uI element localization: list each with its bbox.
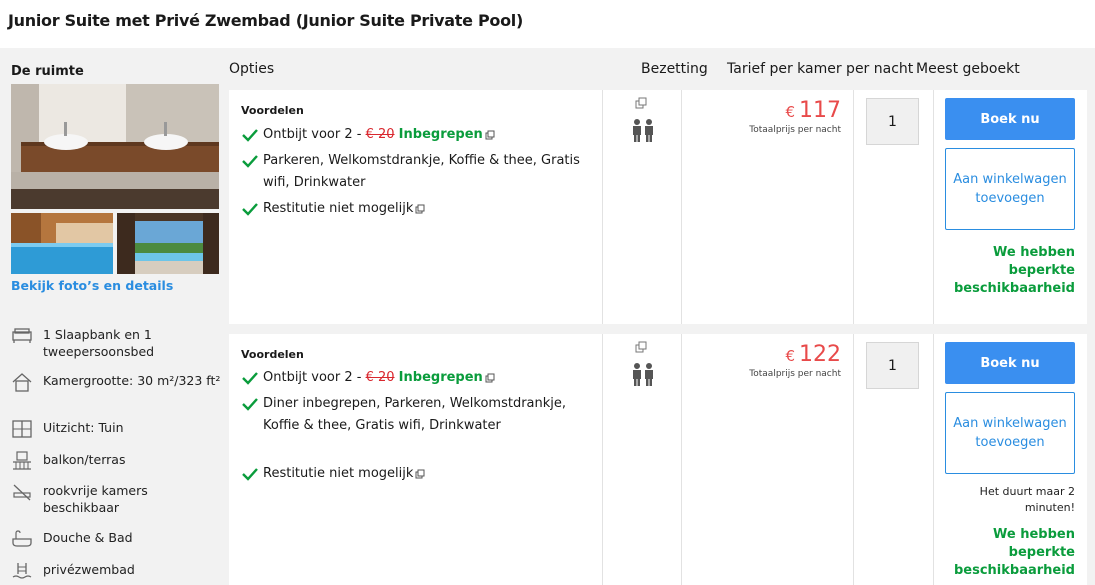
benefit-breakfast: Ontbijt voor 2 - € 20 Inbegrepen — [241, 124, 581, 146]
amenity-balcony: balkon/terras — [11, 451, 221, 471]
extras-text: Parkeren, Welkomstdrankje, Koffie & thee… — [263, 153, 580, 190]
occupancy-info-icon[interactable] — [635, 341, 647, 353]
amenity-label: rookvrije kamers beschikbaar — [43, 483, 148, 515]
breakfast-old-price: € 20 — [365, 370, 395, 385]
check-icon — [242, 468, 258, 481]
amenity-label: privézwembad — [43, 562, 135, 577]
external-link-icon[interactable] — [485, 130, 495, 140]
header-rate: Tarief per kamer per nacht — [727, 61, 914, 77]
balcony-icon — [13, 451, 31, 470]
room-details-column: Bekijk foto’s en details 1 Slaapbank en … — [0, 42, 228, 579]
amenity-bed: 1 Slaapbank en 1 tweepersoonsbed — [11, 326, 221, 360]
amenity-label: Uitzicht: Tuin — [43, 420, 124, 435]
price-currency: € — [785, 103, 795, 121]
divider — [933, 334, 934, 585]
benefit-extras: Diner inbegrepen, Parkeren, Welkomstdran… — [241, 393, 581, 437]
amenity-view: Uitzicht: Tuin — [11, 419, 221, 439]
amenity-size: Kamergrootte: 30 m²/323 ft² — [11, 372, 221, 392]
divider — [681, 334, 682, 585]
check-icon — [242, 372, 258, 385]
urgency-note: Het duurt maar 2 minuten! — [979, 485, 1075, 514]
check-icon — [242, 155, 258, 168]
divider — [853, 334, 854, 585]
divider — [933, 90, 934, 324]
amenity-label: balkon/terras — [43, 452, 126, 467]
offer-card: Voordelen Ontbijt voor 2 - € 20 Inbegrep… — [229, 90, 1087, 324]
room-quantity-select[interactable]: 1 — [866, 342, 919, 389]
divider — [602, 90, 603, 324]
price-note: Totaalprijs per nacht — [749, 125, 841, 135]
check-icon — [242, 398, 258, 411]
room-photo-terrace[interactable] — [117, 213, 219, 274]
check-icon — [242, 203, 258, 216]
view-photos-link[interactable]: Bekijk foto’s en details — [11, 278, 173, 293]
room-photo-main[interactable] — [11, 84, 219, 209]
extras-text: Diner inbegrepen, Parkeren, Welkomstdran… — [263, 396, 567, 433]
refund-text: Restitutie niet mogelijk — [263, 466, 414, 481]
benefit-breakfast: Ontbijt voor 2 - € 20 Inbegrepen — [241, 367, 581, 389]
divider — [602, 334, 603, 585]
header-most-booked: Meest geboekt — [916, 61, 1020, 77]
availability-note: We hebben beperkte beschikbaarheid — [953, 527, 1075, 578]
book-now-button[interactable]: Boek nu — [945, 98, 1075, 140]
amenity-bath: Douche & Bad — [11, 529, 221, 549]
breakfast-old-price: € 20 — [365, 127, 395, 142]
room-quantity-select[interactable]: 1 — [866, 98, 919, 145]
breakfast-text: Ontbijt voor 2 - — [263, 127, 366, 142]
price-block: €117 Totaalprijs per nacht — [749, 98, 841, 135]
external-link-icon[interactable] — [415, 469, 425, 479]
book-now-button[interactable]: Boek nu — [945, 342, 1075, 384]
amenity-label: 1 Slaapbank en 1 tweepersoonsbed — [43, 327, 155, 359]
two-persons-icon — [633, 119, 653, 142]
external-link-icon[interactable] — [415, 204, 425, 214]
add-to-cart-button[interactable]: Aan winkelwagen toevoegen — [945, 148, 1075, 230]
no-smoking-icon — [13, 484, 31, 501]
refund-text: Restitutie niet mogelijk — [263, 201, 414, 216]
check-icon — [242, 129, 258, 142]
occupancy-info-icon[interactable] — [635, 97, 647, 109]
amenity-label: Douche & Bad — [43, 530, 133, 545]
price-currency: € — [785, 347, 795, 365]
breakfast-included: Inbegrepen — [398, 127, 483, 142]
breakfast-included: Inbegrepen — [398, 370, 483, 385]
price-block: €122 Totaalprijs per nacht — [749, 342, 841, 379]
add-to-cart-button[interactable]: Aan winkelwagen toevoegen — [945, 392, 1075, 474]
pool-icon — [12, 563, 32, 579]
house-icon — [12, 373, 32, 392]
benefits-label: Voordelen — [241, 104, 304, 117]
external-link-icon[interactable] — [485, 373, 495, 383]
availability-note: We hebben beperkte beschikbaarheid — [953, 245, 1075, 296]
benefit-refund: Restitutie niet mogelijk — [241, 198, 581, 220]
benefit-refund: Restitutie niet mogelijk — [241, 463, 581, 485]
room-photo-pool[interactable] — [11, 213, 113, 274]
header-options: Opties — [229, 61, 275, 77]
benefit-extras: Parkeren, Welkomstdrankje, Koffie & thee… — [241, 150, 581, 194]
divider — [681, 90, 682, 324]
bed-icon — [12, 328, 32, 343]
breakfast-text: Ontbijt voor 2 - — [263, 370, 366, 385]
benefits-label: Voordelen — [241, 348, 304, 361]
two-persons-icon — [633, 363, 653, 386]
room-title-bar: Junior Suite met Privé Zwembad (Junior S… — [0, 0, 1095, 48]
room-title: Junior Suite met Privé Zwembad (Junior S… — [8, 11, 523, 30]
price-amount: 122 — [799, 342, 841, 367]
divider — [853, 90, 854, 324]
bathtub-icon — [12, 530, 32, 547]
amenity-pool: privézwembad — [11, 561, 221, 581]
window-icon — [12, 420, 32, 438]
amenity-label: Kamergrootte: 30 m²/323 ft² — [43, 373, 221, 388]
price-note: Totaalprijs per nacht — [749, 369, 841, 379]
price-amount: 117 — [799, 98, 841, 123]
amenity-nonsmoking: rookvrije kamers beschikbaar — [11, 482, 221, 516]
header-occupancy: Bezetting — [641, 61, 708, 77]
offer-card: Voordelen Ontbijt voor 2 - € 20 Inbegrep… — [229, 334, 1087, 585]
